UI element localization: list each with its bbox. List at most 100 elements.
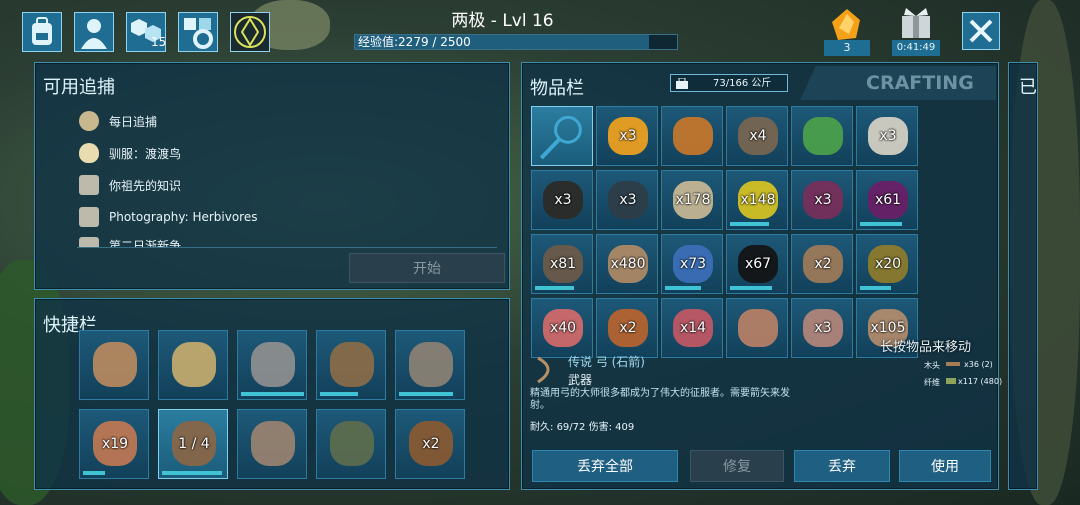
close-button[interactable]: [962, 12, 1000, 50]
slot-mushroom[interactable]: x2: [596, 298, 658, 358]
hide-icon: [738, 308, 778, 347]
mission-icon: [79, 207, 99, 227]
use-button[interactable]: 使用: [899, 450, 991, 482]
slot-hand[interactable]: [79, 330, 149, 400]
weight-icon: [676, 78, 688, 89]
right-panel-title: 已: [1019, 77, 1037, 98]
start-button[interactable]: 开始: [349, 253, 505, 283]
missions-panel: 可用追捕 每日追捕 驯服：渡渡鸟 你祖先的知识 Photography: Her…: [34, 62, 510, 290]
slot-narcoberry[interactable]: x67: [726, 234, 788, 294]
gift-timer: 0:41:49: [892, 40, 940, 56]
right-panel: 已: [1008, 62, 1038, 490]
slot-arrow-bundle[interactable]: x81: [531, 234, 593, 294]
slot-bow[interactable]: 1 / 4: [158, 409, 228, 479]
item-quantity: x61: [874, 192, 902, 208]
requirement-value: x117 (480): [958, 377, 1003, 386]
slot-raw-meat[interactable]: x40: [531, 298, 593, 358]
slot-hide[interactable]: [726, 298, 788, 358]
slot-amarberry[interactable]: x148: [726, 170, 788, 230]
slot-mussels[interactable]: x3: [596, 170, 658, 230]
mission-item[interactable]: 每日追捕: [79, 111, 157, 131]
mission-label: 第二日渐新争: [109, 239, 182, 247]
slot-spear[interactable]: x4: [726, 106, 788, 166]
item-quantity: x3: [879, 128, 897, 144]
item-description: 精通用弓的大师很多都成为了伟大的征服者。需要箭矢来发射。: [530, 388, 790, 411]
slot-amber[interactable]: x3: [596, 106, 658, 166]
item-quantity: x40: [549, 320, 577, 336]
element-icon: [234, 16, 266, 48]
slot-green-arrow[interactable]: [791, 106, 853, 166]
mission-label: Photography: Herbivores: [109, 210, 258, 224]
slot-azulberry[interactable]: x3: [791, 170, 853, 230]
durability-bar: [665, 286, 702, 290]
mission-icon: [79, 111, 99, 131]
slot-wood[interactable]: x480: [596, 234, 658, 294]
item-quantity: x2: [619, 320, 637, 336]
slot-stick[interactable]: x2: [791, 234, 853, 294]
durability-bar: [320, 392, 359, 396]
repair-button[interactable]: 修复: [690, 450, 784, 482]
gift-button[interactable]: 0:41:49: [892, 6, 940, 56]
backpack-icon: [32, 17, 52, 45]
slot-feather[interactable]: x3: [531, 170, 593, 230]
mission-item[interactable]: 第二日渐新争: [79, 237, 181, 247]
spyglass-icon: [329, 421, 375, 466]
slot-element[interactable]: [661, 106, 723, 166]
damage-value: 409: [615, 422, 635, 433]
mission-item[interactable]: 驯服：渡渡鸟: [79, 143, 181, 163]
tab-inventory[interactable]: [22, 12, 62, 52]
item-quantity: x3: [814, 320, 832, 336]
weight-indicator: 73/166 公斤: [670, 74, 788, 92]
element-icon: [673, 116, 713, 155]
slot-seeds[interactable]: x3: [856, 106, 918, 166]
weight-value: 73/166 公斤: [713, 78, 772, 89]
drop-all-button[interactable]: 丢弃全部: [532, 450, 678, 482]
item-quantity: x3: [814, 192, 832, 208]
tab-settings[interactable]: [178, 12, 218, 52]
mission-item[interactable]: Photography: Herbivores: [79, 207, 257, 227]
item-quantity: x4: [749, 128, 767, 144]
slot-cloth[interactable]: x2: [395, 409, 465, 479]
item-stats: 耐久: 69/72 伤害: 409: [530, 418, 634, 433]
slot-map[interactable]: [158, 330, 228, 400]
slot-pickaxe[interactable]: [237, 330, 307, 400]
slot-thatch[interactable]: x178: [661, 170, 723, 230]
slot-bola[interactable]: [237, 409, 307, 479]
slot-hatchet[interactable]: [395, 330, 465, 400]
damage-label: 伤害:: [588, 422, 612, 433]
drop-button[interactable]: 丢弃: [794, 450, 890, 482]
slot-stone[interactable]: x3: [791, 298, 853, 358]
item-quantity: 1 / 4: [178, 436, 210, 452]
tab-engrams[interactable]: 15: [126, 12, 166, 52]
tab-crafting[interactable]: CRAFTING: [800, 66, 996, 100]
drag-hint: 长按物品来移动: [880, 340, 972, 355]
mission-item[interactable]: 你祖先的知识: [79, 175, 181, 195]
bola-icon: [250, 421, 296, 466]
item-quantity: x67: [744, 256, 772, 272]
mission-label: 驯服：渡渡鸟: [109, 146, 182, 161]
item-quantity: x81: [549, 256, 577, 272]
slot-berry-pile[interactable]: x19: [79, 409, 149, 479]
crafting-tab-label: CRAFTING: [866, 72, 974, 94]
tab-character[interactable]: [74, 12, 114, 52]
tab-element[interactable]: [230, 12, 270, 52]
item-quantity: x14: [679, 320, 707, 336]
slot-spyglass[interactable]: [316, 409, 386, 479]
slot-mejoberry[interactable]: x73: [661, 234, 723, 294]
slot-torch[interactable]: [316, 330, 386, 400]
hand-icon: [92, 342, 138, 387]
slot-tintoberry[interactable]: x61: [856, 170, 918, 230]
slot-stimberry[interactable]: x20: [856, 234, 918, 294]
durability-bar: [241, 392, 304, 396]
slot-cooked-meat[interactable]: x14: [661, 298, 723, 358]
slot-search[interactable]: [531, 106, 593, 166]
close-icon: [969, 19, 993, 43]
amber-button[interactable]: 3: [822, 6, 872, 56]
engrams-badge: 15: [151, 35, 167, 49]
durability-bar: [730, 222, 770, 226]
fiber-icon: [946, 378, 956, 384]
green-arrow-icon: [803, 116, 843, 155]
requirement-label: 纤维: [924, 378, 940, 387]
xp-value: 2279 / 2500: [398, 35, 471, 49]
requirement-row: 木头 x36 (2): [924, 360, 993, 371]
